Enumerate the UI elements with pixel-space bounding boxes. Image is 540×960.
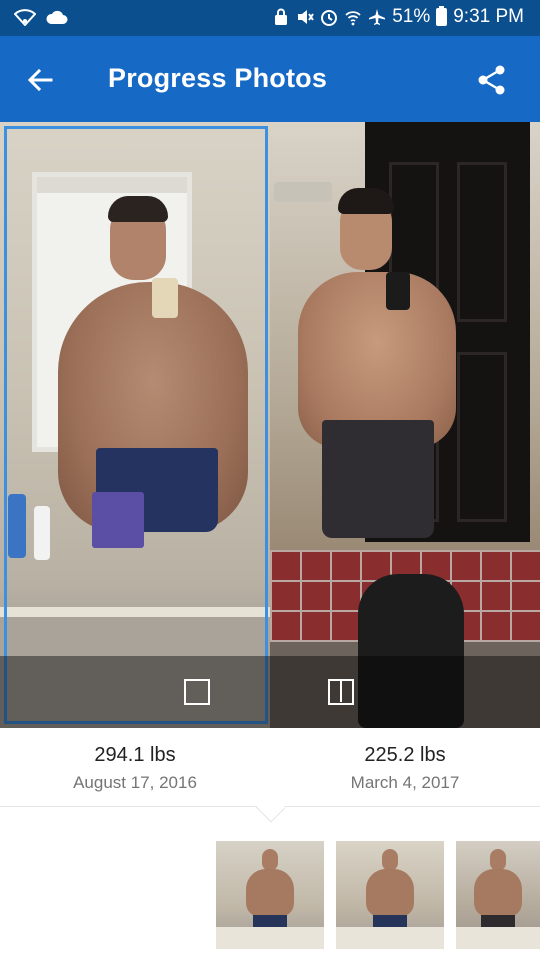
after-date: March 4, 2017 <box>350 773 460 792</box>
share-button[interactable] <box>468 56 516 104</box>
page-title: Progress Photos <box>108 63 328 93</box>
share-icon <box>478 65 505 95</box>
single-view-button[interactable] <box>179 674 215 710</box>
after-info: 225.2 lbs March 4, 2017 <box>270 744 540 793</box>
phone <box>386 272 410 310</box>
before-photo[interactable] <box>0 122 270 728</box>
phone <box>152 278 178 318</box>
shorts <box>322 420 434 538</box>
split-view-button[interactable] <box>323 674 359 710</box>
thumbnail[interactable] <box>216 841 324 949</box>
alarm-icon <box>320 8 338 26</box>
photo-compare-area <box>0 122 540 728</box>
before-weight: 294.1 lbs <box>94 744 176 766</box>
vanity-lights <box>274 182 332 202</box>
back-button[interactable] <box>16 56 64 104</box>
arrow-back-icon <box>27 68 53 92</box>
split-view-icon <box>328 679 354 705</box>
mute-icon <box>296 8 315 26</box>
app-bar: Progress Photos <box>0 36 540 122</box>
status-left-icons <box>13 8 68 31</box>
lock-icon <box>272 8 290 26</box>
before-info: 294.1 lbs August 17, 2016 <box>0 744 270 793</box>
status-right-icons: 51% 9:31 PM <box>272 6 524 28</box>
clock-time: 9:31 PM <box>453 6 524 27</box>
thumbnail[interactable] <box>456 841 540 949</box>
thumbnail[interactable] <box>336 841 444 949</box>
after-weight: 225.2 lbs <box>364 744 446 766</box>
wifi-icon <box>13 8 37 31</box>
before-date: August 17, 2016 <box>73 773 197 792</box>
view-mode-bar <box>0 656 540 728</box>
photo-info-row: 294.1 lbs August 17, 2016 225.2 lbs Marc… <box>0 728 540 806</box>
wifi-calling-icon <box>344 8 362 26</box>
battery-icon <box>436 6 448 26</box>
cloud-icon <box>46 9 68 30</box>
single-view-icon <box>184 679 210 705</box>
battery-percent: 51% <box>392 6 431 27</box>
selection-pointer <box>255 806 285 830</box>
airplane-icon <box>368 8 386 26</box>
status-bar: 51% 9:31 PM <box>0 0 540 36</box>
after-photo[interactable] <box>270 122 540 728</box>
